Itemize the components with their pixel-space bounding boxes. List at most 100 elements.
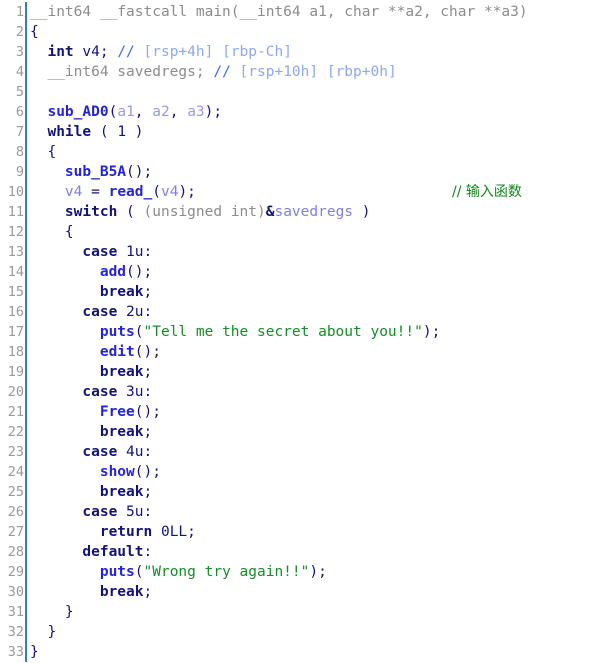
token-default[interactable]: ();: [135, 464, 161, 480]
token-keyword[interactable]: break: [100, 284, 144, 300]
token-default[interactable]: );: [309, 564, 326, 580]
token-default[interactable]: ;: [144, 424, 153, 440]
token-keyword[interactable]: break: [100, 484, 144, 500]
code-line-content[interactable]: {: [27, 22, 605, 42]
token-func[interactable]: sub_B5A: [65, 164, 126, 180]
token-func[interactable]: Free: [100, 404, 135, 420]
token-keyword[interactable]: break: [100, 364, 144, 380]
token-keyword[interactable]: return: [100, 524, 152, 540]
token-string[interactable]: "Wrong try again!!": [144, 564, 310, 580]
code-line[interactable]: 17 puts("Tell me the secret about you!!"…: [0, 322, 605, 342]
token-keyword[interactable]: case: [82, 504, 117, 520]
code-line[interactable]: 11 switch ( (unsigned int)&savedregs ): [0, 202, 605, 222]
code-line[interactable]: 9 sub_B5A();: [0, 162, 605, 182]
code-line-content[interactable]: add();: [27, 262, 605, 282]
code-line[interactable]: 31 }: [0, 602, 605, 622]
token-default[interactable]: {: [47, 144, 56, 160]
code-line-content[interactable]: case 2u:: [27, 302, 605, 322]
code-line-content[interactable]: Free();: [27, 402, 605, 422]
code-line[interactable]: 2{: [0, 22, 605, 42]
token-func[interactable]: show: [100, 464, 135, 480]
token-default[interactable]: (: [117, 204, 143, 220]
code-line[interactable]: 16 case 2u:: [0, 302, 605, 322]
code-line-content[interactable]: edit();: [27, 342, 605, 362]
token-default[interactable]: 4u:: [117, 444, 152, 460]
code-line[interactable]: 4 __int64 savedregs; // [rsp+10h] [rbp+0…: [0, 62, 605, 82]
token-default[interactable]: (: [135, 564, 144, 580]
code-line[interactable]: 5: [0, 82, 605, 102]
code-line-content[interactable]: break;: [27, 282, 605, 302]
token-default[interactable]: ();: [126, 264, 152, 280]
token-default[interactable]: (: [109, 104, 118, 120]
code-line[interactable]: 15 break;: [0, 282, 605, 302]
code-line[interactable]: 13 case 1u:: [0, 242, 605, 262]
token-default[interactable]: );: [178, 184, 195, 200]
token-default[interactable]: 1u:: [117, 244, 152, 260]
token-default[interactable]: );: [423, 324, 440, 340]
code-line-content[interactable]: while ( 1 ): [27, 122, 605, 142]
code-line-content[interactable]: v4 = read_(v4);// 输入函数: [27, 182, 605, 202]
token-arg[interactable]: a2: [152, 104, 169, 120]
token-var[interactable]: savedregs: [274, 204, 353, 220]
code-line[interactable]: 19 break;: [0, 362, 605, 382]
code-line-content[interactable]: }: [27, 642, 605, 662]
token-func[interactable]: sub_AD0: [47, 104, 108, 120]
code-line-content[interactable]: }: [27, 602, 605, 622]
token-default[interactable]: (: [152, 184, 161, 200]
pseudocode-decompiler-view[interactable]: 1 __int64 __fastcall main(__int64 a1, cha…: [0, 0, 605, 663]
code-line-content[interactable]: break;: [27, 362, 605, 382]
token-default[interactable]: =: [82, 184, 108, 200]
code-line[interactable]: 22 break;: [0, 422, 605, 442]
code-line-content[interactable]: break;: [27, 422, 605, 442]
token-gray[interactable]: (unsigned int): [144, 204, 266, 220]
code-line-content[interactable]: {: [27, 222, 605, 242]
code-line[interactable]: 3 int v4; // [rsp+4h] [rbp-Ch]: [0, 42, 605, 62]
token-arg[interactable]: a1: [117, 104, 134, 120]
token-default[interactable]: 5u:: [117, 504, 152, 520]
token-comment[interactable]: //: [117, 44, 143, 60]
token-string[interactable]: "Tell me the secret about you!!": [144, 324, 423, 340]
code-line-content[interactable]: return 0LL;: [27, 522, 605, 542]
token-default[interactable]: 3u:: [117, 384, 152, 400]
token-type[interactable]: int: [47, 44, 73, 60]
token-default[interactable]: ();: [126, 164, 152, 180]
code-line[interactable]: 24 show();: [0, 462, 605, 482]
token-keyword[interactable]: case: [82, 244, 117, 260]
code-line-content[interactable]: show();: [27, 462, 605, 482]
code-line-content[interactable]: sub_AD0(a1, a2, a3);: [27, 102, 605, 122]
token-default[interactable]: }: [47, 624, 56, 640]
token-func[interactable]: puts: [100, 564, 135, 580]
inline-comment[interactable]: // 输入函数: [452, 182, 522, 202]
token-keyword[interactable]: break: [100, 424, 144, 440]
token-default[interactable]: ;: [144, 584, 153, 600]
token-default[interactable]: {: [30, 24, 39, 40]
code-line-content[interactable]: case 5u:: [27, 502, 605, 522]
code-line-content[interactable]: switch ( (unsigned int)&savedregs ): [27, 202, 605, 222]
token-arg[interactable]: a3: [187, 104, 204, 120]
token-default[interactable]: }: [65, 604, 74, 620]
token-keyword[interactable]: case: [82, 304, 117, 320]
code-line[interactable]: 18 edit();: [0, 342, 605, 362]
token-keyword[interactable]: break: [100, 584, 144, 600]
code-line[interactable]: 21 Free();: [0, 402, 605, 422]
token-commentlt[interactable]: [rsp+10h] [rbp+0h]: [240, 64, 397, 80]
code-line-content[interactable]: puts("Wrong try again!!");: [27, 562, 605, 582]
token-default[interactable]: ;: [144, 284, 153, 300]
code-line[interactable]: 32 }: [0, 622, 605, 642]
token-default[interactable]: ,: [135, 104, 152, 120]
token-keyword[interactable]: case: [82, 444, 117, 460]
token-func[interactable]: puts: [100, 324, 135, 340]
code-line[interactable]: 20 case 3u:: [0, 382, 605, 402]
token-default[interactable]: );: [205, 104, 222, 120]
code-line[interactable]: 23 case 4u:: [0, 442, 605, 462]
token-default[interactable]: ( 1 ): [91, 124, 144, 140]
token-default[interactable]: ,: [170, 104, 187, 120]
code-line-content[interactable]: break;: [27, 482, 605, 502]
code-line-content[interactable]: case 4u:: [27, 442, 605, 462]
token-default[interactable]: ;: [144, 364, 153, 380]
token-keyword[interactable]: switch: [65, 204, 117, 220]
code-line-content[interactable]: break;: [27, 582, 605, 602]
token-default[interactable]: ;: [144, 484, 153, 500]
code-line[interactable]: 14 add();: [0, 262, 605, 282]
code-line-content[interactable]: __int64 savedregs; // [rsp+10h] [rbp+0h]: [27, 62, 605, 82]
